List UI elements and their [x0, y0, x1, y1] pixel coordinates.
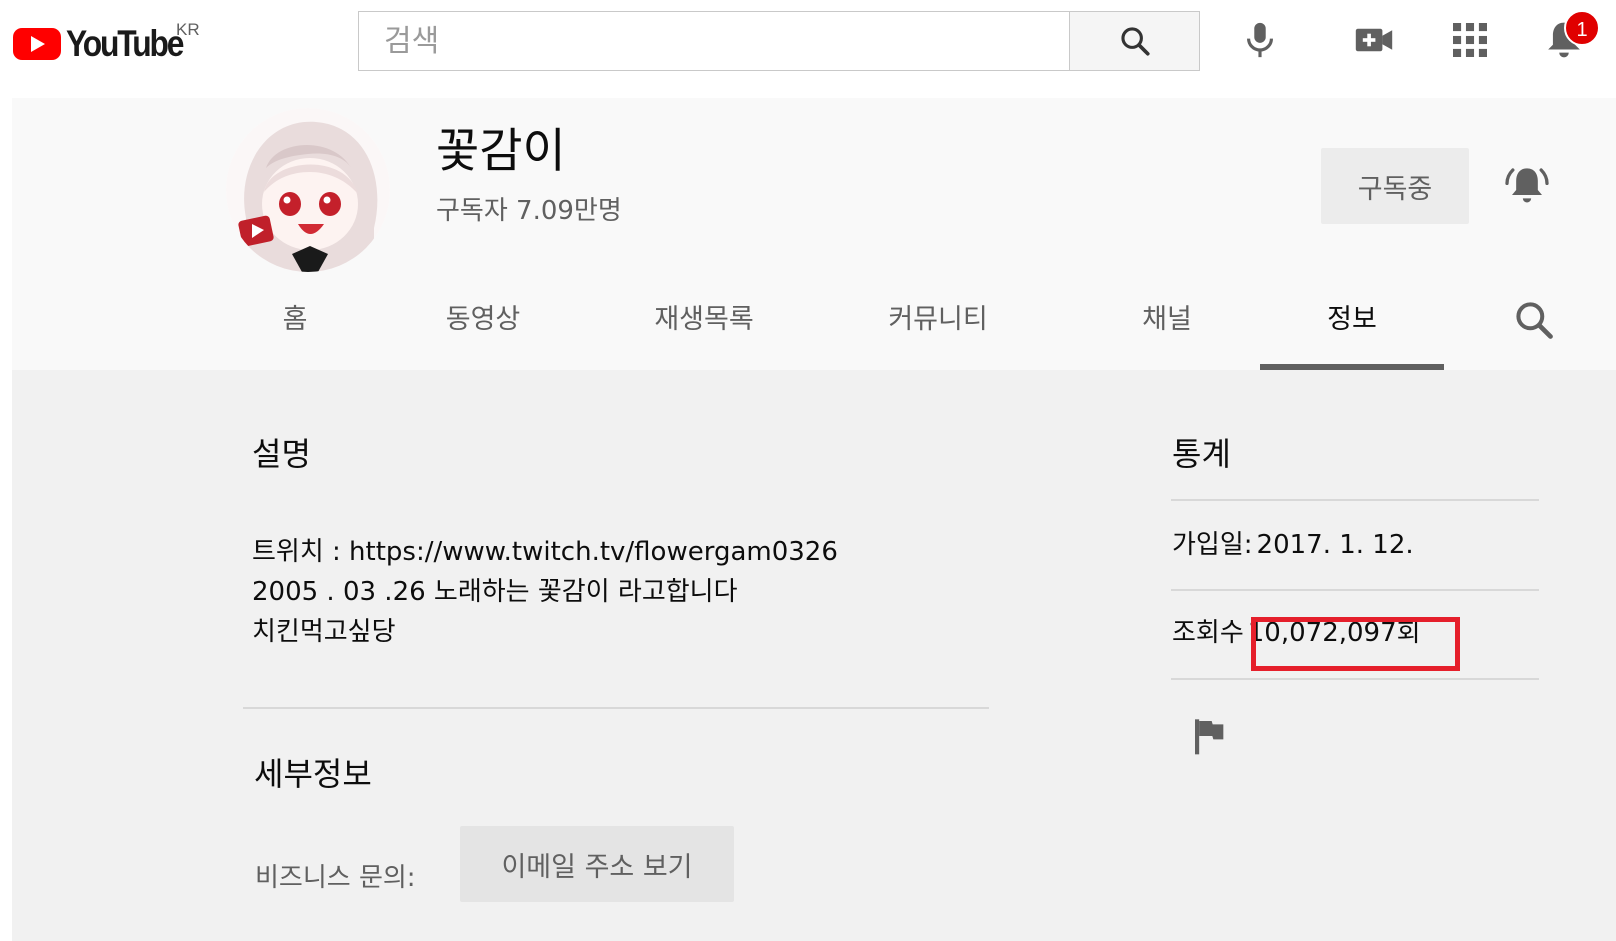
youtube-play-logo-icon [13, 28, 61, 60]
channel-name: 꽃감이 [436, 124, 566, 179]
subscribed-button[interactable]: 구독중 [1321, 148, 1469, 224]
subscriber-count: 구독자 7.09만명 [436, 196, 622, 226]
search-button[interactable] [1070, 11, 1200, 71]
search-input[interactable] [359, 12, 1069, 70]
flag-icon [1195, 719, 1224, 755]
tab-about[interactable]: 정보 [1260, 284, 1444, 370]
report-button[interactable] [1190, 716, 1230, 756]
logo-wordmark: YouTube [66, 23, 184, 64]
view-count-highlight-box [1251, 617, 1460, 671]
joined-date: 가입일: 2017. 1. 12. [1172, 532, 1414, 558]
tab-community[interactable]: 커뮤니티 [848, 284, 1028, 370]
search-box [358, 11, 1070, 71]
bell-ringing-icon [1505, 168, 1549, 203]
search-icon [1120, 27, 1150, 56]
notification-count-badge: 1 [1564, 10, 1600, 46]
description-divider [243, 707, 989, 709]
notification-preference-button[interactable] [1502, 160, 1552, 210]
tab-channels[interactable]: 채널 [1092, 284, 1242, 370]
youtube-logo[interactable]: YouTube [12, 23, 201, 64]
voice-search-button[interactable] [1238, 18, 1282, 62]
business-inquiry-label: 비즈니스 문의: [255, 863, 416, 893]
joined-value: 2017. 1. 12. [1256, 530, 1414, 560]
tab-playlists[interactable]: 재생목록 [614, 284, 794, 370]
region-code: KR [176, 20, 200, 39]
channel-tabs: 홈 동영상 재생목록 커뮤니티 채널 정보 [12, 284, 1616, 370]
channel-search-button[interactable] [1512, 298, 1556, 342]
apps-grid-icon [1453, 23, 1487, 57]
stats-divider-top [1171, 499, 1539, 501]
microphone-icon [1247, 22, 1273, 58]
details-title: 세부정보 [254, 755, 372, 793]
search-icon [1516, 302, 1553, 339]
create-video-icon [1355, 28, 1393, 52]
stats-divider-bottom [1171, 678, 1539, 680]
create-button[interactable] [1352, 18, 1396, 62]
avatar-illustration [226, 108, 390, 272]
masthead: YouTube KR 검색 1 [0, 0, 1616, 84]
tab-videos[interactable]: 동영상 [408, 284, 558, 370]
stats-divider-middle [1171, 589, 1539, 591]
views-label: 조회수 [1172, 618, 1244, 648]
apps-button[interactable] [1448, 18, 1492, 62]
channel-description: 트위치 : https://www.twitch.tv/flowergam032… [252, 537, 838, 647]
channel-header: 꽃감이 구독자 7.09만명 구독중 홈 동영상 재생목록 커뮤니티 채널 정보 [12, 98, 1616, 370]
joined-label: 가입일: [1172, 530, 1253, 560]
view-email-button[interactable]: 이메일 주소 보기 [460, 826, 734, 902]
channel-avatar[interactable] [226, 108, 390, 272]
stats-title: 통계 [1172, 435, 1231, 473]
description-title: 설명 [252, 435, 311, 473]
tab-home[interactable]: 홈 [230, 284, 360, 370]
